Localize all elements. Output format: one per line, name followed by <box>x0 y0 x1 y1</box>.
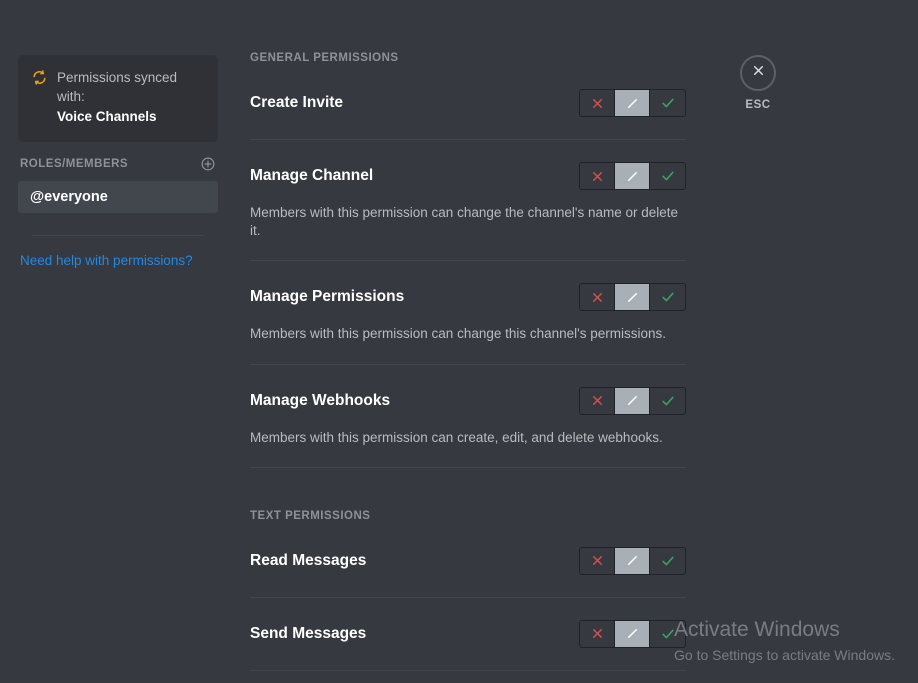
roles-members-title: ROLES/MEMBERS <box>20 157 129 170</box>
permission-description: Members with this permission can change … <box>250 326 667 342</box>
permission-item-read-messages: Read Messages <box>250 545 686 598</box>
permission-toggle-manage-channel[interactable] <box>579 162 686 190</box>
deny-option[interactable] <box>580 90 615 116</box>
watermark-title: Activate Windows <box>674 618 840 641</box>
help-with-permissions-link[interactable]: Need help with permissions? <box>18 253 218 268</box>
sync-icon <box>32 70 47 90</box>
deny-option[interactable] <box>580 547 615 574</box>
sidebar-divider <box>32 234 204 236</box>
permission-name: Create Invite <box>250 94 344 111</box>
permissions-sync-banner: Permissions synced with: Voice Channels <box>18 55 218 142</box>
sync-banner-text: Permissions synced with: Voice Channels <box>57 69 204 127</box>
allow-option[interactable] <box>650 547 685 574</box>
section-header-text: TEXT PERMISSIONS <box>250 509 371 522</box>
permission-separator <box>250 260 686 262</box>
windows-activation-watermark: Activate Windows Go to Settings to activ… <box>674 617 895 663</box>
permissions-list: GENERAL PERMISSIONS Create Invite Manage… <box>250 52 686 683</box>
watermark-subtitle: Go to Settings to activate Windows. <box>674 647 895 664</box>
allow-option[interactable] <box>650 387 685 414</box>
neutral-option[interactable] <box>615 90 650 116</box>
permission-separator <box>250 596 686 598</box>
permission-toggle-manage-webhooks[interactable] <box>579 386 686 415</box>
allow-option[interactable] <box>650 284 685 311</box>
permission-item-create-invite: Create Invite <box>250 87 686 140</box>
permission-separator <box>250 363 686 365</box>
close-control: ESC <box>740 55 776 111</box>
allow-option[interactable] <box>650 90 685 116</box>
permission-toggle-send-messages[interactable] <box>579 619 686 648</box>
permission-item-manage-webhooks: Manage Webhooks Members with this permis… <box>250 385 686 468</box>
sidebar-item-everyone[interactable]: @everyone <box>18 180 218 213</box>
neutral-option[interactable] <box>615 547 650 574</box>
permission-separator <box>250 139 686 140</box>
close-button[interactable] <box>740 55 776 91</box>
close-x-icon <box>751 63 766 83</box>
neutral-option[interactable] <box>615 387 650 414</box>
deny-option[interactable] <box>580 620 615 647</box>
permission-name: Manage Webhooks <box>250 391 391 409</box>
allow-option[interactable] <box>650 163 685 189</box>
permission-toggle-read-messages[interactable] <box>579 546 686 575</box>
neutral-option[interactable] <box>615 284 650 311</box>
permission-item-manage-channel: Manage Channel Members with this permiss… <box>250 160 686 262</box>
neutral-option[interactable] <box>615 620 650 647</box>
roles-members-header: ROLES/MEMBERS <box>18 156 218 172</box>
permission-toggle-create-invite[interactable] <box>579 89 686 117</box>
permission-row: Read Messages <box>250 545 686 577</box>
permission-item-send-messages: Send Messages <box>250 618 686 671</box>
permission-name: Manage Channel <box>250 167 374 184</box>
permission-description: Members with this permission can change … <box>250 205 679 239</box>
permission-row: Manage Webhooks <box>250 385 686 417</box>
close-button-label: ESC <box>745 99 771 111</box>
permission-row: Create Invite <box>250 87 686 119</box>
permission-toggle-manage-permissions[interactable] <box>579 283 686 312</box>
permission-name: Manage Permissions <box>250 288 405 306</box>
deny-option[interactable] <box>580 387 615 414</box>
allow-option[interactable] <box>650 620 685 647</box>
permission-name: Send Messages <box>250 624 367 642</box>
permission-name: Read Messages <box>250 551 367 569</box>
permission-separator <box>250 466 686 468</box>
permission-row: Manage Channel <box>250 160 686 192</box>
neutral-option[interactable] <box>615 163 650 189</box>
role-label: @everyone <box>30 188 108 205</box>
add-circle-icon[interactable] <box>200 156 216 172</box>
permission-description: Members with this permission can create,… <box>250 429 663 445</box>
section-header-general: GENERAL PERMISSIONS <box>250 52 399 64</box>
sync-banner-line1: Permissions synced with: <box>57 70 178 104</box>
permission-item-manage-permissions: Manage Permissions Members with this per… <box>250 281 686 365</box>
permission-row: Manage Permissions <box>250 281 686 313</box>
sidebar: Permissions synced with: Voice Channels … <box>18 55 218 268</box>
permission-separator <box>250 669 686 671</box>
permissions-screen: Permissions synced with: Voice Channels … <box>0 0 918 683</box>
permission-row: Send Messages <box>250 618 686 650</box>
deny-option[interactable] <box>580 284 615 311</box>
sync-banner-channel: Voice Channels <box>57 109 157 125</box>
deny-option[interactable] <box>580 163 615 189</box>
